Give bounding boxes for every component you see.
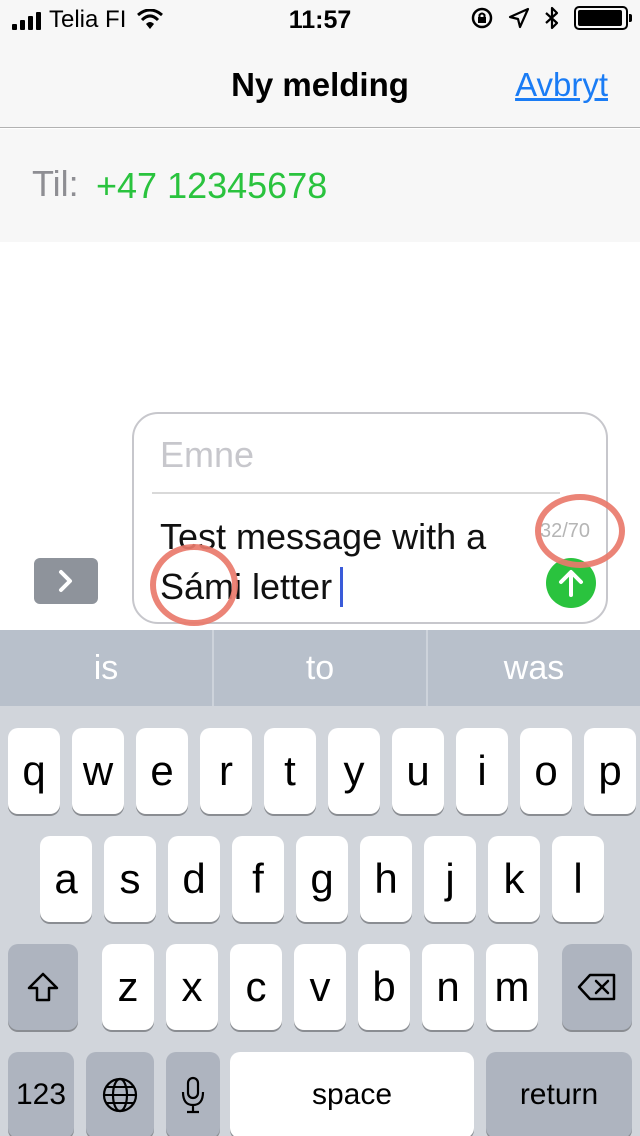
key-m[interactable]: m: [486, 944, 538, 1030]
globe-icon: [102, 1077, 138, 1113]
key-l[interactable]: l: [552, 836, 604, 922]
navigation-bar: Ny melding Avbryt: [0, 40, 640, 128]
return-key[interactable]: return: [486, 1052, 632, 1136]
space-key[interactable]: space: [230, 1052, 474, 1136]
subject-field[interactable]: Emne: [160, 434, 254, 476]
recipient-label: Til:: [32, 163, 79, 204]
prediction-item[interactable]: is: [0, 630, 212, 706]
text-cursor: [340, 567, 344, 607]
key-j[interactable]: j: [424, 836, 476, 922]
battery-icon: [574, 6, 632, 30]
microphone-icon: [181, 1076, 205, 1114]
cancel-button[interactable]: Avbryt: [515, 66, 608, 104]
status-bar: Telia FI 11:57: [0, 0, 640, 40]
key-g[interactable]: g: [296, 836, 348, 922]
key-p[interactable]: p: [584, 728, 636, 814]
key-b[interactable]: b: [358, 944, 410, 1030]
prediction-bar: is to was: [0, 630, 640, 706]
compose-divider: [152, 492, 560, 494]
key-s[interactable]: s: [104, 836, 156, 922]
key-e[interactable]: e: [136, 728, 188, 814]
prediction-item[interactable]: to: [212, 630, 426, 706]
key-f[interactable]: f: [232, 836, 284, 922]
highlight-circle-sami-letter: [150, 544, 238, 626]
key-y[interactable]: y: [328, 728, 380, 814]
chevron-right-icon: [59, 570, 72, 592]
key-row-2: asdfghjkl: [0, 836, 640, 922]
status-right: [470, 6, 632, 30]
key-row-3: zxcvbnm: [0, 944, 640, 1030]
key-r[interactable]: r: [200, 728, 252, 814]
key-c[interactable]: c: [230, 944, 282, 1030]
key-row-4: 123 space return: [0, 1052, 640, 1136]
bluetooth-icon: [545, 6, 559, 30]
delete-backspace-icon: [577, 973, 616, 1001]
recipient-field[interactable]: Til: +47 12345678: [0, 129, 640, 242]
key-u[interactable]: u: [392, 728, 444, 814]
keyboard: is to was qwertyuiop asdfghjkl zxcvbnm 1…: [0, 630, 640, 1136]
shift-icon: [27, 972, 59, 1002]
battery-level: [578, 10, 622, 26]
shift-key[interactable]: [8, 944, 78, 1030]
key-d[interactable]: d: [168, 836, 220, 922]
key-v[interactable]: v: [294, 944, 346, 1030]
key-o[interactable]: o: [520, 728, 572, 814]
delete-key[interactable]: [562, 944, 632, 1030]
key-a[interactable]: a: [40, 836, 92, 922]
key-t[interactable]: t: [264, 728, 316, 814]
key-z[interactable]: z: [102, 944, 154, 1030]
orientation-lock-icon: [471, 7, 493, 29]
globe-key[interactable]: [86, 1052, 154, 1136]
expand-button[interactable]: [34, 558, 98, 604]
key-q[interactable]: q: [8, 728, 60, 814]
recipient-value[interactable]: +47 12345678: [96, 165, 327, 207]
numbers-key[interactable]: 123: [8, 1052, 74, 1136]
key-i[interactable]: i: [456, 728, 508, 814]
key-row-1: qwertyuiop: [0, 728, 640, 814]
dictation-key[interactable]: [166, 1052, 220, 1136]
key-k[interactable]: k: [488, 836, 540, 922]
key-w[interactable]: w: [72, 728, 124, 814]
arrow-up-icon: [559, 570, 583, 597]
prediction-item[interactable]: was: [426, 630, 640, 706]
key-x[interactable]: x: [166, 944, 218, 1030]
highlight-circle-counter: [535, 494, 625, 568]
location-arrow-icon: [508, 7, 530, 29]
key-h[interactable]: h: [360, 836, 412, 922]
key-n[interactable]: n: [422, 944, 474, 1030]
